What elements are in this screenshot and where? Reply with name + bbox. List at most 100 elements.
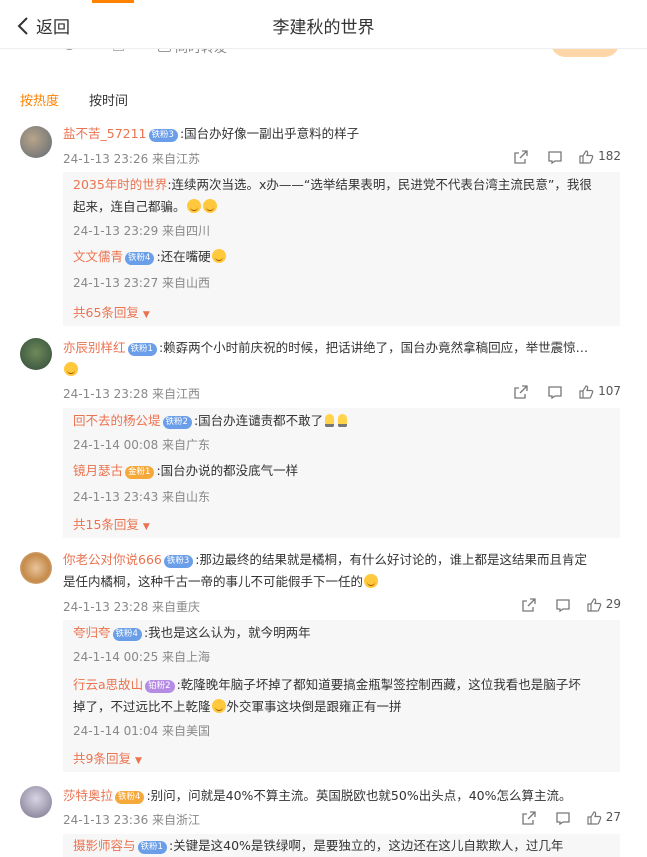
reply-box: 2035年时的世界:连续两次当选。x办——“选举结果表明，民进党不代表台湾主流民… (63, 172, 620, 326)
comment-username[interactable]: 盐不苦_57211 (63, 126, 147, 141)
more-replies-label: 共15条回复 (73, 517, 139, 532)
share-button[interactable] (504, 149, 538, 165)
like-button[interactable]: 29 (586, 597, 621, 613)
more-replies-label: 共65条回复 (73, 305, 139, 320)
reply-item: 回不去的杨公堤 铁粉2:国台办连谴责都不敢了 (73, 410, 606, 432)
page-title: 李建秋的世界 (272, 18, 375, 38)
reply-username[interactable]: 2035年时的世界 (73, 177, 167, 192)
reply-item: 镜月瑟古 金粉1:国台办说的都没底气一样 (73, 460, 606, 482)
reply-text: 外交軍事这块倒是跟雍正有一拼 (226, 699, 402, 714)
comment-meta: 24-1-13 23:28 来自重庆 (63, 600, 201, 614)
comment-icon (556, 599, 570, 613)
comment-text-line (63, 359, 621, 381)
comment-username[interactable]: 你老公对你说666 (63, 552, 162, 567)
more-replies-link[interactable]: 共65条回复 ▼ (73, 302, 150, 321)
like-button[interactable]: 182 (578, 149, 621, 165)
share-icon (522, 598, 536, 612)
thumb-up-icon (579, 150, 594, 164)
reply-username[interactable]: 镜月瑟古 (73, 463, 123, 478)
lightbulb-icon (338, 414, 348, 427)
reply-username[interactable]: 行云a思故山 (73, 677, 143, 692)
reply-text: 掉了，不过远比不上乾隆 (73, 699, 211, 714)
emoji-icon (211, 249, 226, 263)
tab-by-hot[interactable]: 按热度 (20, 90, 59, 109)
comment-meta: 24-1-13 23:36 来自浙江 (63, 813, 201, 827)
emoji-icon (202, 199, 217, 213)
comment-actions: 107 (504, 384, 621, 400)
share-icon (514, 150, 528, 164)
comment-meta: 24-1-13 23:28 来自江西 (63, 387, 201, 401)
reply-meta: 24-1-13 23:27 来自山西 (73, 276, 211, 290)
reply-username[interactable]: 摄影师容与 (73, 838, 136, 853)
comment-username[interactable]: 亦辰别样红 (63, 340, 126, 355)
comment-text: :国台办好像一副出乎意料的样子 (179, 126, 360, 141)
comment-icon (556, 812, 570, 826)
fan-badge: 铁粉1 (137, 841, 167, 854)
fan-badge: 铁粉4 (125, 252, 155, 265)
fan-badge: 铁粉4 (112, 628, 142, 641)
like-count: 27 (605, 810, 621, 824)
emoji-icon (186, 199, 201, 213)
reply-username[interactable]: 夸归夸 (73, 625, 111, 640)
reply-meta: 24-1-14 01:04 来自美国 (73, 724, 211, 738)
caret-down-icon: ▼ (134, 756, 142, 766)
thumb-up-icon (579, 385, 594, 399)
reply-box: 摄影师容与 铁粉1:关键是这40%是铁绿啊，是要独立的，这边还在这儿自欺欺人，过几… (63, 834, 620, 857)
share-button[interactable] (512, 810, 546, 826)
reply-item: 夸归夸 铁粉4:我也是这么认为，就今明两年 (73, 622, 606, 644)
share-icon (514, 385, 528, 399)
comment-actions: 182 (504, 149, 621, 165)
comment-text: 是任内橘桐，这种千古一帝的事儿不可能假手下一任的 (63, 574, 364, 589)
tab-by-time[interactable]: 按时间 (89, 90, 128, 109)
more-replies-link[interactable]: 共9条回复 ▼ (73, 748, 142, 767)
share-button[interactable] (512, 597, 546, 613)
avatar[interactable] (20, 786, 52, 818)
comment-text: :赖孬两个小时前庆祝的时候，把话讲绝了，国台办竟然拿稿回应，举世震惊… (158, 340, 589, 355)
reply-text: :关键是这40%是铁绿啊，是要独立的，这边还在这儿自欺欺人，过几年 (168, 838, 564, 853)
comment-username[interactable]: 莎特奥拉 (63, 788, 113, 803)
comment-button[interactable] (538, 384, 572, 400)
comment-actions: 29 (512, 597, 621, 613)
fan-badge: 铁粉2 (162, 416, 192, 429)
comment-button[interactable] (546, 810, 580, 826)
caret-down-icon: ▼ (142, 522, 150, 532)
comment-text-line: 莎特奥拉 铁粉4:别问，问就是40%不算主流。英国脱欧也就50%出头点，40%怎么… (63, 785, 621, 807)
reply-text: :国台办说的都没底气一样 (156, 463, 299, 478)
reply-username[interactable]: 文文儒青 (73, 249, 123, 264)
reply-text: :连续两次当选。x办——“选举结果表明，民进党不代表台湾主流民意”，我很 (167, 177, 592, 192)
comment-text: :那边最终的结果就是橘桐，有什么好讨论的，谁上都是这结果而且肯定 (195, 552, 587, 567)
reply-meta: 24-1-14 00:08 来自广东 (73, 438, 211, 452)
avatar[interactable] (20, 552, 52, 584)
share-button[interactable] (504, 384, 538, 400)
avatar[interactable] (20, 338, 52, 370)
comment-button[interactable] (538, 149, 572, 165)
comment-icon (548, 386, 562, 400)
fan-badge: 铁粉3 (148, 129, 178, 142)
reply-item-continued: 起来，连自己都骗。 (73, 196, 606, 218)
reply-meta: 24-1-14 00:25 来自上海 (73, 650, 211, 664)
fan-badge: 铁粉1 (127, 343, 157, 356)
more-replies-label: 共9条回复 (73, 751, 131, 766)
accent-line (92, 0, 134, 3)
more-replies-link[interactable]: 共15条回复 ▼ (73, 514, 150, 533)
like-button[interactable]: 107 (578, 384, 621, 400)
avatar[interactable] (20, 126, 52, 158)
reply-text: :国台办连谴责都不敢了 (193, 413, 324, 428)
comment-button[interactable] (546, 597, 580, 613)
comment-text-line: 盐不苦_57211 铁粉3:国台办好像一副出乎意料的样子 (63, 123, 621, 145)
comment-text-line: 亦辰别样红 铁粉1:赖孬两个小时前庆祝的时候，把话讲绝了，国台办竟然拿稿回应，举世… (63, 337, 621, 359)
fan-badge: 铂粉2 (145, 680, 175, 693)
reply-meta: 24-1-13 23:29 来自四川 (73, 224, 211, 238)
emoji-icon (64, 362, 78, 376)
reply-text: :乾隆晚年脑子坏掉了都知道要搞金瓶掣签控制西藏，这位我看也是脑子坏 (176, 677, 581, 692)
reply-item: 行云a思故山 铂粉2:乾隆晚年脑子坏掉了都知道要搞金瓶掣签控制西藏，这位我看也是脑… (73, 674, 606, 696)
reply-item: 文文儒青 铁粉4:还在嘴硬 (73, 246, 606, 268)
reply-meta: 24-1-13 23:43 来自山东 (73, 490, 211, 504)
reply-item: 2035年时的世界:连续两次当选。x办——“选举结果表明，民进党不代表台湾主流民… (73, 174, 606, 196)
reply-box: 回不去的杨公堤 铁粉2:国台办连谴责都不敢了 24-1-14 00:08 来自广东… (63, 408, 620, 538)
comment-meta: 24-1-13 23:26 来自江苏 (63, 152, 201, 166)
fan-badge: 金粉1 (125, 466, 155, 479)
thumb-up-icon (587, 811, 602, 825)
like-button[interactable]: 27 (586, 810, 621, 826)
reply-username[interactable]: 回不去的杨公堤 (73, 413, 161, 428)
